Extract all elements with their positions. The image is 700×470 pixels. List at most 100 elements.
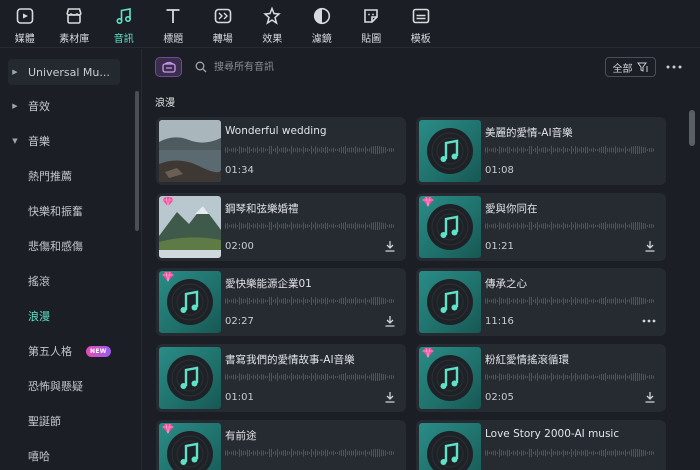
sidebar-group-label: 音效 (28, 100, 50, 113)
track-thumbnail[interactable] (419, 120, 481, 182)
track-card[interactable]: 有前途 (156, 420, 406, 470)
sidebar-item-label: 悲傷和感傷 (28, 240, 83, 253)
more-options-button[interactable] (664, 57, 684, 77)
track-duration: 01:21 (485, 241, 514, 252)
track-thumbnail[interactable] (159, 347, 221, 409)
top-toolbar: 媒體 素材庫 音訊 標題 轉場 效果 濾鏡 貼圖 模板 (0, 0, 700, 48)
track-duration: 01:08 (485, 165, 514, 176)
text-icon (166, 9, 180, 23)
tab-audio-label: 音訊 (113, 34, 134, 45)
download-icon[interactable] (644, 391, 656, 403)
sidebar-item-happy[interactable]: 快樂和振奮 (28, 201, 83, 221)
track-title: 粉紅愛情搖滾循環 (485, 354, 569, 366)
music-box-icon (161, 61, 176, 73)
sidebar-item-label: 第五人格 (28, 345, 72, 358)
track-card[interactable]: 書寫我們的愛情故事-AI音樂 01:01 (156, 344, 406, 412)
sidebar-group-music[interactable]: ▼ 音樂 (8, 128, 120, 154)
tab-titles[interactable]: 標題 (149, 0, 199, 48)
caret-right-icon: ▶ (12, 68, 18, 76)
vinyl-disc-icon (167, 355, 213, 401)
tab-effects-label: 效果 (262, 34, 283, 45)
tab-stickers-label: 貼圖 (361, 34, 382, 45)
sidebar-item-rock[interactable]: 搖滾 (28, 271, 50, 291)
tab-store-label: 素材庫 (59, 34, 90, 45)
sidebar-item-identity-v[interactable]: 第五人格 NEW (28, 341, 111, 361)
premium-gem-icon (422, 196, 434, 207)
sidebar-item-sad[interactable]: 悲傷和感傷 (28, 236, 83, 256)
tab-stickers[interactable]: 貼圖 (347, 0, 397, 48)
download-icon[interactable] (384, 391, 396, 403)
download-icon[interactable] (384, 315, 396, 327)
caret-down-icon: ▼ (12, 137, 18, 145)
caret-right-icon: ▶ (12, 102, 18, 110)
track-title: Love Story 2000-AI music (485, 428, 620, 440)
track-card[interactable]: 傳承之心 11:16 (416, 268, 666, 336)
section-title: 浪漫 (155, 98, 175, 109)
tab-templates[interactable]: 模板 (396, 0, 446, 48)
vinyl-disc-icon (427, 355, 473, 401)
more-dots-icon[interactable] (642, 318, 656, 324)
sidebar-group-label: Universal Mu... (28, 65, 110, 79)
tab-store[interactable]: 素材庫 (50, 0, 100, 48)
track-title: 愛快樂能源企業01 (225, 278, 312, 290)
tab-audio[interactable]: 音訊 (99, 0, 149, 48)
tab-titles-label: 標題 (163, 34, 184, 45)
track-card[interactable]: 粉紅愛情搖滾循環 02:05 (416, 344, 666, 412)
main-scrollbar[interactable] (689, 110, 695, 146)
sidebar-item-label: 搖滾 (28, 275, 50, 288)
track-card[interactable]: 鋼琴和弦樂婚禮 02:00 (156, 193, 406, 261)
vinyl-disc-icon (427, 431, 473, 470)
sidebar-item-horror[interactable]: 恐怖與懸疑 (28, 376, 83, 396)
sidebar-item-romantic[interactable]: 浪漫 (28, 306, 50, 326)
sidebar-item-label: 快樂和振奮 (28, 205, 83, 218)
sidebar-item-christmas[interactable]: 聖誕節 (28, 411, 61, 431)
transition-icon (214, 8, 232, 24)
track-thumbnail[interactable] (419, 271, 481, 333)
tab-media[interactable]: 媒體 (0, 0, 50, 48)
download-icon[interactable] (384, 240, 396, 252)
tab-transitions[interactable]: 轉場 (198, 0, 248, 48)
sidebar-item-popular[interactable]: 熱門推薦 (28, 166, 72, 186)
track-title: 書寫我們的愛情故事-AI音樂 (225, 354, 355, 366)
track-card[interactable]: Love Story 2000-AI music (416, 420, 666, 470)
vinyl-disc-icon (427, 204, 473, 250)
track-title: 有前途 (225, 430, 257, 442)
waveform-icon (225, 221, 394, 231)
tab-transitions-label: 轉場 (212, 34, 233, 45)
sidebar-item-label: 浪漫 (28, 310, 50, 323)
track-title: 愛與你同在 (485, 203, 538, 215)
search-input[interactable] (214, 58, 464, 76)
track-duration: 01:34 (225, 165, 254, 176)
new-badge: NEW (86, 345, 111, 357)
sidebar-group-sound-effects[interactable]: ▶ 音效 (8, 93, 120, 119)
waveform-icon (225, 296, 394, 306)
vinyl-disc-icon (167, 431, 213, 470)
waveform-icon (485, 145, 654, 155)
search-bar: 全部 (142, 49, 700, 89)
music-note-icon (116, 8, 131, 25)
music-library-button[interactable] (155, 57, 182, 77)
track-card[interactable]: 美麗的愛情-AI音樂 01:08 (416, 117, 666, 185)
waveform-icon (485, 448, 654, 458)
sidebar-scrollbar[interactable] (135, 91, 139, 231)
track-card[interactable]: 愛快樂能源企業01 02:27 (156, 268, 406, 336)
download-icon[interactable] (644, 240, 656, 252)
filter-icon (313, 7, 330, 25)
track-thumbnail[interactable] (159, 120, 221, 182)
tab-filters[interactable]: 濾鏡 (297, 0, 347, 48)
track-card[interactable]: Wonderful wedding 01:34 (156, 117, 406, 185)
sidebar-group-universal[interactable]: ▶ Universal Mu... (8, 59, 120, 85)
sidebar-item-hiphop[interactable]: 嘻哈 (28, 446, 50, 466)
track-card[interactable]: 愛與你同在 01:21 (416, 193, 666, 261)
track-duration: 02:05 (485, 392, 514, 403)
sidebar-item-label: 恐怖與懸疑 (28, 380, 83, 393)
track-duration: 02:00 (225, 241, 254, 252)
track-title: 美麗的愛情-AI音樂 (485, 127, 573, 139)
track-thumbnail[interactable] (419, 423, 481, 470)
waveform-icon (225, 145, 394, 155)
tab-effects[interactable]: 效果 (248, 0, 298, 48)
more-dots-icon (666, 65, 682, 69)
template-icon (412, 8, 430, 24)
premium-gem-icon (162, 196, 174, 207)
filter-dropdown[interactable]: 全部 (605, 57, 656, 77)
